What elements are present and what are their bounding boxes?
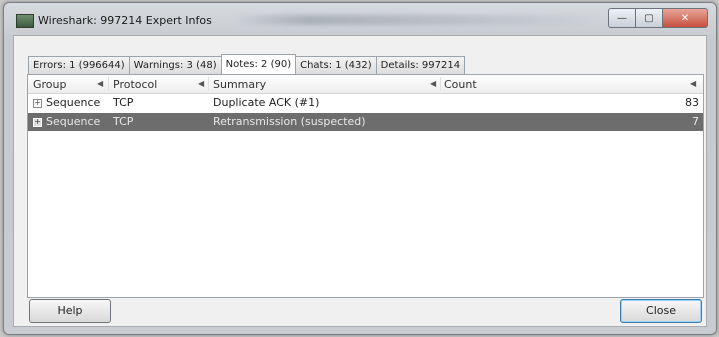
row-summary: Retransmission (suspected) [213,115,366,128]
tab-bar: Errors: 1 (996644) Warnings: 3 (48) Note… [28,54,466,74]
window-controls: — ▢ ✕ [608,8,708,28]
row-count: 83 [685,96,699,109]
column-divider[interactable] [440,77,441,91]
title-bar[interactable]: Wireshark: 997214 Expert Infos — ▢ ✕ [4,3,716,33]
row-group: Sequence [46,96,101,109]
column-divider[interactable] [108,77,109,91]
sort-arrow-icon: ◀ [430,79,437,88]
sort-arrow-icon: ◀ [690,79,697,88]
sort-arrow-icon: ◀ [198,79,205,88]
help-button[interactable]: Help [29,299,111,323]
close-button[interactable]: Close [620,299,702,323]
title-bar-blurred-region [234,15,604,25]
column-divider[interactable] [208,77,209,91]
column-header-group[interactable]: Group [33,78,67,91]
expert-infos-window: Wireshark: 997214 Expert Infos — ▢ ✕ Err… [3,2,717,335]
sort-arrow-icon: ◀ [97,79,104,88]
column-header-summary[interactable]: Summary [213,78,266,91]
window-title: Wireshark: 997214 Expert Infos [38,14,212,27]
tab-notes[interactable]: Notes: 2 (90) [220,54,297,74]
expand-plus-icon[interactable]: + [33,118,42,127]
dialog-body: Errors: 1 (996644) Warnings: 3 (48) Note… [13,35,707,327]
row-summary: Duplicate ACK (#1) [213,96,320,109]
close-window-button[interactable]: ✕ [663,8,708,28]
row-group: Sequence [46,115,101,128]
tab-details[interactable]: Details: 997214 [375,56,466,74]
maximize-button[interactable]: ▢ [636,8,663,28]
row-count: 7 [692,115,699,128]
column-header-count[interactable]: Count [444,78,477,91]
tab-errors[interactable]: Errors: 1 (996644) [28,56,130,74]
expand-plus-icon[interactable]: + [33,99,42,108]
minimize-button[interactable]: — [608,8,636,28]
wireshark-app-icon [16,14,34,28]
notes-table: Group ◀ Protocol ◀ Summary ◀ Count ◀ + S… [27,74,704,298]
row-protocol: TCP [113,115,134,128]
tab-warnings[interactable]: Warnings: 3 (48) [128,56,222,74]
column-header-protocol[interactable]: Protocol [113,78,157,91]
tab-chats[interactable]: Chats: 1 (432) [295,56,377,74]
row-protocol: TCP [113,96,134,109]
table-row[interactable]: + Sequence TCP Duplicate ACK (#1) 83 [28,94,703,112]
table-row-selected[interactable]: + Sequence TCP Retransmission (suspected… [28,113,703,131]
table-header: Group ◀ Protocol ◀ Summary ◀ Count ◀ [28,75,703,94]
